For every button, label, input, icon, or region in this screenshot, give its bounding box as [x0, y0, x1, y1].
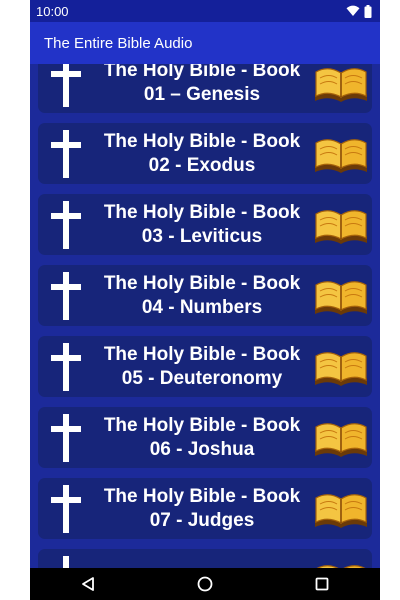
open-bible-icon — [310, 64, 372, 113]
app-title: The Entire Bible Audio — [44, 34, 193, 52]
list-item-title: The Holy Bible - Book 03 - Leviticus — [103, 201, 301, 247]
cross-icon — [38, 265, 94, 326]
cross-icon — [38, 194, 94, 255]
open-bible-icon — [310, 549, 372, 568]
open-bible-icon — [310, 478, 372, 539]
back-icon — [82, 577, 95, 591]
book-list[interactable]: The Holy Bible - Book 01 – Genesis The Ho… — [30, 64, 380, 568]
home-icon — [197, 576, 213, 592]
open-bible-icon — [310, 123, 372, 184]
list-item[interactable]: The Holy Bible - Book 07 - Judges — [38, 478, 372, 539]
list-item-title: The Holy Bible - Book 01 – Genesis — [103, 64, 301, 105]
cross-icon — [38, 123, 94, 184]
recents-button[interactable] — [302, 568, 342, 600]
list-item[interactable]: The Holy Bible - Book 04 - Numbers — [38, 265, 372, 326]
list-item[interactable]: The Holy Bible - Book 03 - Leviticus — [38, 194, 372, 255]
list-item-title: The Holy Bible - Book 07 - Judges — [103, 485, 301, 531]
recents-icon — [315, 577, 329, 591]
open-bible-icon — [310, 194, 372, 255]
wifi-icon — [346, 5, 360, 16]
list-item[interactable]: The Holy Bible - Book — [38, 549, 372, 568]
list-item-title: The Holy Bible - Book 05 - Deuteronomy — [103, 343, 301, 389]
list-item-title: The Holy Bible - Book 06 - Joshua — [103, 414, 301, 460]
list-item[interactable]: The Holy Bible - Book 06 - Joshua — [38, 407, 372, 468]
app-bar: The Entire Bible Audio — [30, 22, 380, 64]
cross-icon — [38, 478, 94, 539]
cross-icon — [38, 549, 94, 568]
list-item-title: The Holy Bible - Book 02 - Exodus — [103, 130, 301, 176]
home-button[interactable] — [185, 568, 225, 600]
navigation-bar — [30, 568, 380, 600]
battery-icon — [364, 4, 372, 18]
back-button[interactable] — [68, 568, 108, 600]
open-bible-icon — [310, 265, 372, 326]
cross-icon — [38, 407, 94, 468]
cross-icon — [38, 336, 94, 397]
list-item-title: The Holy Bible - Book 04 - Numbers — [103, 272, 301, 318]
list-item[interactable]: The Holy Bible - Book 05 - Deuteronomy — [38, 336, 372, 397]
open-bible-icon — [310, 336, 372, 397]
list-item[interactable]: The Holy Bible - Book 01 – Genesis — [38, 64, 372, 113]
cross-icon — [38, 64, 94, 113]
status-bar: 10:00 — [30, 0, 380, 22]
status-time: 10:00 — [36, 3, 69, 19]
open-bible-icon — [310, 407, 372, 468]
list-item[interactable]: The Holy Bible - Book 02 - Exodus — [38, 123, 372, 184]
status-icons — [346, 4, 372, 18]
phone-screen: 10:00 The Entire Bible Audio The Holy Bi… — [30, 0, 380, 600]
